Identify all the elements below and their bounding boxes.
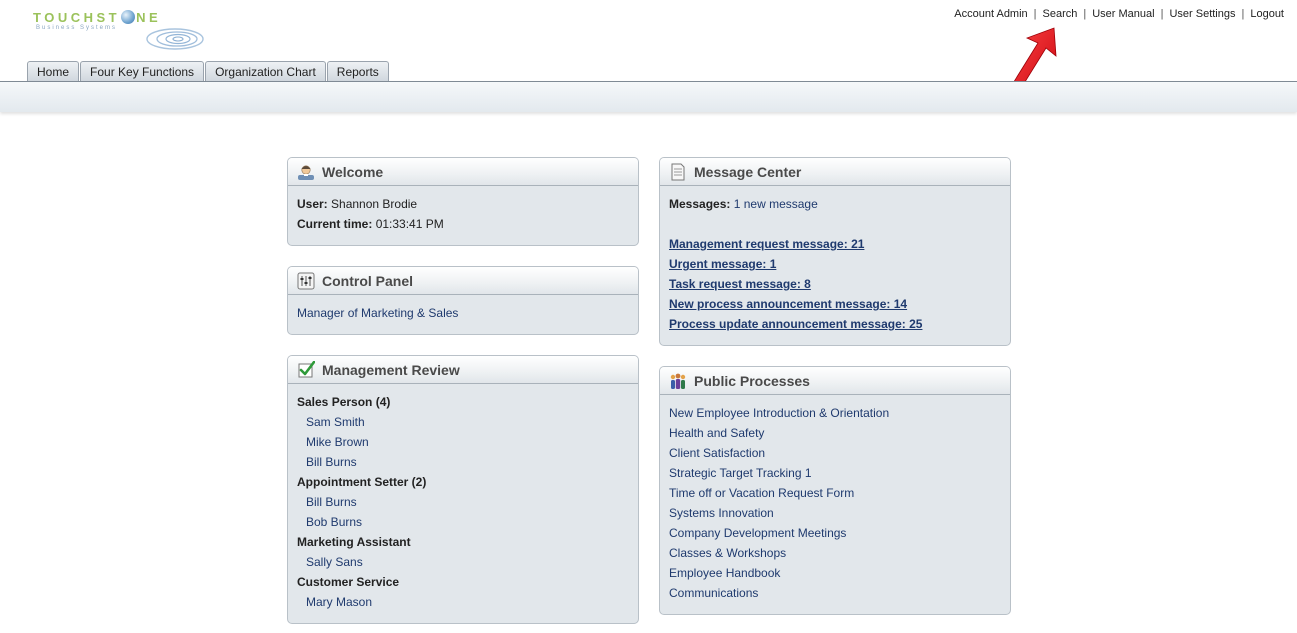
person-link[interactable]: Bill Burns xyxy=(306,495,357,509)
person-link[interactable]: Sally Sans xyxy=(306,555,363,569)
separator: | xyxy=(1160,8,1164,20)
document-icon xyxy=(671,163,685,180)
panel-header: Message Center xyxy=(660,158,1010,186)
top-links: Account Admin | Search | User Manual | User Se… xyxy=(954,8,1284,20)
task-request-message-link[interactable]: Task request message: 8 xyxy=(669,277,811,291)
panel-title: Message Center xyxy=(694,163,802,180)
new-message-link[interactable]: 1 new message xyxy=(734,197,818,211)
process-link[interactable]: Client Satisfaction xyxy=(669,446,765,460)
process-link[interactable]: New Employee Introduction & Orientation xyxy=(669,406,889,420)
checkmark-icon xyxy=(298,360,315,377)
panel-header: Welcome xyxy=(288,158,638,186)
messages-row: Messages: 1 new message xyxy=(669,197,818,211)
separator: | xyxy=(1033,8,1037,20)
group-label: Customer Service xyxy=(297,575,400,589)
control-panel: Control Panel Manager of Marketing & Sal… xyxy=(287,266,639,335)
panel-title: Public Processes xyxy=(694,372,810,389)
panel-header: Control Panel xyxy=(288,267,638,295)
current-time: 01:33:41 PM xyxy=(375,217,444,231)
group-label: Appointment Setter (2) xyxy=(297,475,427,489)
new-process-announcement-link[interactable]: New process announcement message: 14 xyxy=(669,297,907,311)
separator: | xyxy=(1083,8,1087,20)
logo[interactable]: TOUCHST NE Business Systems xyxy=(30,8,205,52)
user-name: Shannon Brodie xyxy=(331,197,418,211)
sliders-icon xyxy=(297,272,315,289)
nav-bar xyxy=(0,81,1297,112)
tab-organization-chart[interactable]: Organization Chart xyxy=(205,61,326,82)
time-row: Current time: 01:33:41 PM xyxy=(297,217,444,231)
welcome-panel: Welcome User: Shannon Brodie Current tim… xyxy=(287,157,639,246)
user-icon xyxy=(298,165,314,180)
message-center-panel: Message Center Messages: 1 new message M… xyxy=(659,157,1011,346)
urgent-message-link[interactable]: Urgent message: 1 xyxy=(669,257,776,271)
person-link[interactable]: Mike Brown xyxy=(306,435,369,449)
panel-header: Public Processes xyxy=(660,367,1010,395)
user-settings-link[interactable]: User Settings xyxy=(1169,8,1235,20)
person-link[interactable]: Bob Burns xyxy=(306,515,362,529)
tab-four-key-functions[interactable]: Four Key Functions xyxy=(80,61,205,82)
process-link[interactable]: Classes & Workshops xyxy=(669,546,786,560)
account-admin-link[interactable]: Account Admin xyxy=(954,8,1027,20)
tab-home[interactable]: Home xyxy=(27,61,80,82)
process-link[interactable]: Health and Safety xyxy=(669,426,764,440)
process-link[interactable]: Time off or Vacation Request Form xyxy=(669,486,854,500)
tab-reports[interactable]: Reports xyxy=(326,61,389,82)
user-manual-link[interactable]: User Manual xyxy=(1092,8,1154,20)
person-link[interactable]: Sam Smith xyxy=(306,415,365,429)
panel-title: Welcome xyxy=(322,163,384,180)
process-link[interactable]: Strategic Target Tracking 1 xyxy=(669,466,812,480)
logout-link[interactable]: Logout xyxy=(1250,8,1284,20)
group-label: Marketing Assistant xyxy=(297,535,411,549)
panel-title: Management Review xyxy=(322,361,460,378)
logo-tagline: Business Systems xyxy=(36,25,118,31)
process-link[interactable]: Communications xyxy=(669,586,758,600)
manager-role-link[interactable]: Manager of Marketing & Sales xyxy=(297,306,458,320)
search-link[interactable]: Search xyxy=(1043,8,1078,20)
public-processes-panel: Public Processes New Employee Introducti… xyxy=(659,366,1011,615)
panel-title: Control Panel xyxy=(322,272,414,289)
management-request-message-link[interactable]: Management request message: 21 xyxy=(669,237,864,251)
management-review-panel: Management Review Sales Person (4) Sam S… xyxy=(287,355,639,624)
person-link[interactable]: Mary Mason xyxy=(306,595,372,609)
people-icon xyxy=(670,373,686,389)
process-link[interactable]: Employee Handbook xyxy=(669,566,780,580)
user-row: User: Shannon Brodie xyxy=(297,197,418,211)
process-update-announcement-link[interactable]: Process update announcement message: 25 xyxy=(669,317,922,331)
logo-swirl-icon xyxy=(146,28,204,50)
panel-header: Management Review xyxy=(288,356,638,384)
person-link[interactable]: Bill Burns xyxy=(306,455,357,469)
main-tabs: Home Four Key Functions Organization Cha… xyxy=(27,61,390,82)
process-link[interactable]: Company Development Meetings xyxy=(669,526,846,540)
process-link[interactable]: Systems Innovation xyxy=(669,506,774,520)
group-label: Sales Person (4) xyxy=(297,395,391,409)
separator: | xyxy=(1241,8,1245,20)
